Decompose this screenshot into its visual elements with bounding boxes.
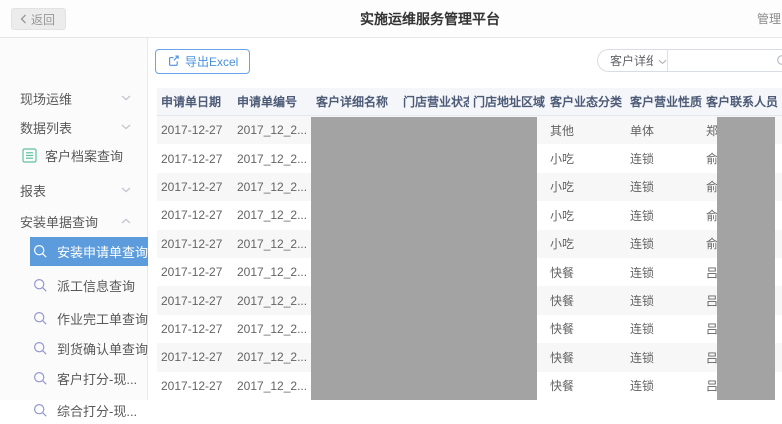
sidebar-subitem-7[interactable]: 作业完工单查询 <box>0 304 148 332</box>
sidebar-item-label: 综合打分-现... <box>57 401 137 420</box>
cell-date: 2017-12-27 <box>157 173 233 201</box>
cell-category: 快餐 <box>546 372 626 400</box>
cell-order_no: 2017_12_2... <box>233 258 312 286</box>
sidebar-subitem-5[interactable]: 安装申请单查询 <box>0 237 148 266</box>
cell-order_no: 2017_12_2... <box>233 372 312 400</box>
search-icon <box>33 311 48 326</box>
search-icon <box>33 371 48 386</box>
search-icon[interactable] <box>776 54 782 73</box>
cell-order_no: 2017_12_2... <box>233 116 312 144</box>
column-header: 门店地址区域 <box>469 88 546 115</box>
sidebar-item-customer-archive[interactable]: 客户档案查询 <box>0 141 148 169</box>
top-bar: 返回 实施运维服务管理平台 管理 <box>0 0 782 38</box>
cell-nature: 连锁 <box>626 258 702 286</box>
sidebar-group-3[interactable]: 报表 <box>0 176 148 204</box>
cell-category: 其他 <box>546 116 626 144</box>
cell-nature: 连锁 <box>626 230 702 258</box>
cell-nature: 单体 <box>626 116 702 144</box>
cell-nature: 连锁 <box>626 144 702 172</box>
search-icon <box>33 244 48 259</box>
cell-category: 小吃 <box>546 173 626 201</box>
cell-order_no: 2017_12_2... <box>233 315 312 343</box>
user-menu[interactable]: 管理 <box>757 0 781 38</box>
back-button[interactable]: 返回 <box>11 8 66 30</box>
column-header: 客户联系人员 <box>702 88 782 115</box>
sidebar: 现场运维 数据列表 客户档案查询报表 安装单据查询 安装申请单查询 派工信息查询… <box>0 38 148 400</box>
cell-category: 小吃 <box>546 144 626 172</box>
cell-date: 2017-12-27 <box>157 343 233 371</box>
cell-order_no: 2017_12_2... <box>233 343 312 371</box>
redaction-overlay-right <box>717 117 775 400</box>
sidebar-subitem-9[interactable]: 客户打分-现... <box>0 364 148 392</box>
data-table: 申请单日期申请单编号客户详细名称门店营业状态门店地址区域客户业态分类客户营业性质… <box>157 88 782 400</box>
cell-nature: 连锁 <box>626 372 702 400</box>
sidebar-subitem-6[interactable]: 派工信息查询 <box>0 271 148 299</box>
cell-date: 2017-12-27 <box>157 315 233 343</box>
cell-category: 小吃 <box>546 230 626 258</box>
sidebar-item-label: 到货确认单查询 <box>57 339 148 358</box>
table-header-row: 申请单日期申请单编号客户详细名称门店营业状态门店地址区域客户业态分类客户营业性质… <box>157 88 782 116</box>
cell-order_no: 2017_12_2... <box>233 144 312 172</box>
column-header: 申请单编号 <box>233 88 312 115</box>
cell-category: 快餐 <box>546 286 626 314</box>
cell-date: 2017-12-27 <box>157 286 233 314</box>
column-header: 客户详细名称 <box>312 88 399 115</box>
cell-nature: 连锁 <box>626 173 702 201</box>
sidebar-group-1[interactable]: 数据列表 <box>0 113 148 141</box>
sidebar-item-label: 安装申请单查询 <box>57 242 148 261</box>
search-icon <box>33 341 48 356</box>
cell-nature: 连锁 <box>626 315 702 343</box>
cell-category: 快餐 <box>546 315 626 343</box>
export-excel-button[interactable]: 导出Excel <box>155 49 250 74</box>
search-input[interactable] <box>668 50 782 71</box>
cell-nature: 连锁 <box>626 201 702 229</box>
filter-selected-value: 客户详细... <box>610 52 653 69</box>
cell-date: 2017-12-27 <box>157 230 233 258</box>
cell-date: 2017-12-27 <box>157 116 233 144</box>
cell-order_no: 2017_12_2... <box>233 173 312 201</box>
column-header: 门店营业状态 <box>399 88 469 115</box>
filter-group: 客户详细... <box>597 49 782 72</box>
chevron-down-icon <box>658 52 667 70</box>
cell-date: 2017-12-27 <box>157 372 233 400</box>
filter-field-select[interactable]: 客户详细... <box>598 50 668 71</box>
column-header: 申请单日期 <box>157 88 233 115</box>
main-content: 导出Excel 客户详细... 申请单日期申请单编号客户详细名称门店营业状态门店… <box>149 38 782 400</box>
sidebar-item-label: 作业完工单查询 <box>57 309 148 328</box>
sidebar-group-0[interactable]: 现场运维 <box>0 84 148 112</box>
search-icon <box>33 278 48 293</box>
redaction-overlay-left <box>311 117 537 400</box>
column-header: 客户营业性质 <box>626 88 702 115</box>
search-icon <box>33 403 48 418</box>
cell-category: 快餐 <box>546 258 626 286</box>
sidebar-item-label: 数据列表 <box>20 118 72 137</box>
sidebar-subitem-10[interactable]: 综合打分-现... <box>0 396 148 424</box>
list-icon <box>22 148 37 163</box>
column-header: 客户业态分类 <box>546 88 626 115</box>
cell-date: 2017-12-27 <box>157 258 233 286</box>
sidebar-subitem-8[interactable]: 到货确认单查询 <box>0 334 148 362</box>
sidebar-item-label: 安装单据查询 <box>20 212 98 231</box>
page-title: 实施运维服务管理平台 <box>360 0 500 38</box>
cell-date: 2017-12-27 <box>157 144 233 172</box>
chevron-left-icon <box>20 14 27 24</box>
export-label: 导出Excel <box>185 53 238 70</box>
cell-order_no: 2017_12_2... <box>233 286 312 314</box>
cell-order_no: 2017_12_2... <box>233 230 312 258</box>
sidebar-group-4[interactable]: 安装单据查询 <box>0 207 148 235</box>
back-label: 返回 <box>31 11 55 28</box>
sidebar-item-label: 客户打分-现... <box>57 369 137 388</box>
cell-order_no: 2017_12_2... <box>233 201 312 229</box>
cell-nature: 连锁 <box>626 286 702 314</box>
cell-date: 2017-12-27 <box>157 201 233 229</box>
cell-nature: 连锁 <box>626 343 702 371</box>
sidebar-item-label: 客户档案查询 <box>45 146 123 165</box>
sidebar-item-label: 报表 <box>20 181 46 200</box>
cell-category: 快餐 <box>546 343 626 371</box>
sidebar-item-label: 派工信息查询 <box>57 276 135 295</box>
export-icon <box>167 54 180 70</box>
cell-category: 小吃 <box>546 201 626 229</box>
sidebar-item-label: 现场运维 <box>20 89 72 108</box>
